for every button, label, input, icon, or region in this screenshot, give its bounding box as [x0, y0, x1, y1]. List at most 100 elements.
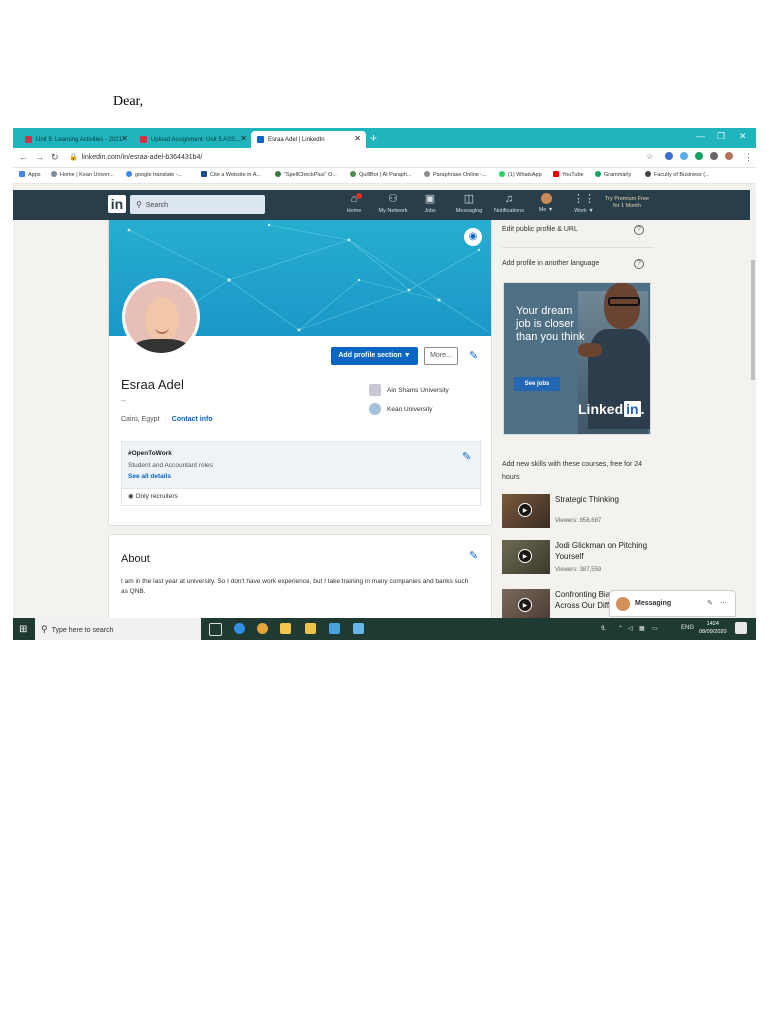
search-input[interactable]: ⚲ Search — [130, 195, 265, 214]
nav-my-network[interactable]: ⚇ My Network — [373, 193, 413, 214]
home-icon: ⌂ — [350, 193, 358, 205]
bookmark-item[interactable]: Faculty of Business (... — [645, 171, 710, 178]
nav-me[interactable]: Me ▼ — [526, 193, 566, 213]
see-jobs-button[interactable]: See jobs — [514, 377, 560, 391]
messaging-bar[interactable]: Messaging ✎ ⋯ — [609, 590, 736, 617]
more-button[interactable]: More... — [424, 347, 458, 365]
linkedin-logo[interactable]: in — [108, 195, 126, 213]
close-tab-icon[interactable]: ✕ — [121, 134, 128, 143]
jobs-icon: ▣ — [424, 193, 436, 205]
bookmark-item[interactable]: QuillBot | AI Paraph... — [350, 171, 411, 178]
network-tray-icon[interactable]: ▦ — [639, 625, 645, 632]
close-tab-icon[interactable]: ✕ — [354, 134, 361, 143]
help-icon[interactable]: ? — [634, 225, 644, 235]
profile-name: Esraa Adel — [121, 377, 184, 392]
bookmark-item[interactable]: Paraphrase Online -... — [424, 171, 487, 178]
camera-icon[interactable]: ◉ — [464, 228, 482, 246]
grammarly-extension-icon[interactable] — [695, 152, 703, 160]
notification-badge — [356, 193, 362, 199]
compose-icon[interactable]: ✎ — [707, 599, 713, 607]
input-language[interactable]: ENG — [681, 625, 694, 631]
university-logo-icon — [369, 403, 381, 415]
profile-photo[interactable] — [122, 278, 200, 356]
nav-notifications[interactable]: ♫ Notifications — [489, 193, 529, 214]
linkedin-ad-logo: Linked in. — [578, 401, 645, 417]
back-icon[interactable]: ← — [19, 152, 28, 162]
nav-messaging[interactable]: ◫ Messaging — [449, 193, 489, 214]
try-premium-link[interactable]: Try Premium Free for 1 Month — [601, 196, 653, 210]
edge-icon[interactable] — [234, 623, 245, 634]
reload-icon[interactable]: ↻ — [51, 152, 59, 163]
play-icon: ▶ — [518, 549, 532, 563]
extension-icon[interactable] — [665, 152, 673, 160]
bookmark-item[interactable]: (1) WhatsApp — [499, 171, 542, 178]
scrollbar[interactable] — [750, 190, 756, 618]
add-profile-section-button[interactable]: Add profile section ▼ — [331, 347, 418, 365]
course-title: Jodi Glickman on Pitching Yourself — [555, 541, 648, 561]
browser-tab[interactable]: Upload Assignment: Unit 5 ASS... ✕ — [134, 131, 252, 148]
messaging-label: Messaging — [635, 600, 672, 607]
browser-menu-icon[interactable]: ⋮ — [744, 152, 753, 163]
store-icon[interactable] — [280, 623, 291, 634]
new-tab-button[interactable]: + — [370, 131, 377, 145]
bookmark-apps[interactable]: Apps — [19, 171, 41, 178]
open-to-work-box: #OpenToWork Student and Accountant roles… — [121, 441, 481, 489]
windows-start-icon[interactable]: ⊞ — [19, 624, 27, 635]
mail-icon[interactable] — [329, 623, 340, 634]
about-title: About — [121, 553, 150, 565]
ad-copy: Your dream job is closer than you think — [516, 305, 585, 343]
minimize-icon[interactable]: — — [696, 131, 705, 141]
bookmark-item[interactable]: google translate -... — [126, 171, 182, 178]
bookmark-item[interactable]: Grammarly — [595, 171, 631, 178]
chrome-icon[interactable] — [257, 623, 268, 634]
file-explorer-icon[interactable] — [305, 623, 316, 634]
forward-icon[interactable]: → — [35, 152, 44, 162]
bookmark-item[interactable]: Cite a Website in A... — [201, 171, 261, 178]
more-options-icon[interactable]: ⋯ — [720, 599, 727, 607]
task-view-icon[interactable] — [209, 623, 222, 636]
edit-intro-pencil-icon[interactable]: ✎ — [469, 349, 478, 362]
edit-about-pencil-icon[interactable]: ✎ — [469, 549, 478, 562]
people-icon[interactable]: ጿ — [601, 625, 606, 632]
bookmark-item[interactable]: Home | Kean Univer... — [51, 171, 114, 178]
course-item[interactable]: ▶ Strategic Thinking Viewers: 858,687 — [502, 494, 662, 534]
close-window-icon[interactable]: ✕ — [739, 131, 747, 142]
see-all-details-link[interactable]: See all details — [128, 473, 171, 480]
bell-icon: ♫ — [504, 193, 514, 205]
course-viewers: Viewers: 387,559 — [555, 567, 602, 573]
profile-avatar-icon[interactable] — [725, 152, 733, 160]
search-placeholder: Search — [145, 202, 169, 209]
url-field[interactable]: 🔒 linkedin.com/in/esraa-adel-b364431b4/ — [69, 153, 202, 161]
education-item[interactable]: Ain Shams University — [369, 384, 449, 396]
contact-info-link[interactable]: Contact info — [172, 416, 213, 423]
add-profile-language-link[interactable]: Add profile in another language — [502, 260, 599, 267]
help-icon[interactable]: ? — [634, 259, 644, 269]
action-center-icon[interactable] — [735, 622, 747, 634]
extensions-puzzle-icon[interactable] — [710, 152, 718, 160]
close-tab-icon[interactable]: ✕ — [240, 134, 247, 143]
taskbar-search-input[interactable]: ⚲ Type here to search — [35, 618, 201, 640]
app-icon[interactable] — [353, 623, 364, 634]
browser-tab[interactable]: Unit 5: Learning Activities - 2021 ✕ — [19, 131, 133, 148]
nav-work[interactable]: ⋮⋮ Work ▼ — [564, 193, 604, 214]
tab-favicon-icon — [25, 136, 32, 143]
clock[interactable]: 1424 08/09/2020 — [699, 620, 727, 636]
volume-icon[interactable]: ◁ — [628, 625, 633, 632]
education-item[interactable]: Kean University — [369, 403, 433, 415]
edit-public-profile-link[interactable]: Edit public profile & URL — [502, 226, 578, 233]
maximize-icon[interactable]: ❐ — [717, 131, 725, 142]
edit-open-to-work-pencil-icon[interactable]: ✎ — [462, 450, 471, 463]
linkedin-ad[interactable]: Your dream job is closer than you think … — [503, 282, 651, 435]
bookmark-star-icon[interactable]: ☆ — [646, 152, 653, 161]
browser-tab-active[interactable]: Esraa Adel | LinkedIn ✕ — [251, 131, 366, 148]
scrollbar-thumb[interactable] — [751, 260, 755, 380]
bookmark-item[interactable]: "SpellCheckPlus" O... — [275, 171, 337, 178]
extension-icon[interactable] — [680, 152, 688, 160]
nav-jobs[interactable]: ▣ Jobs — [410, 193, 450, 214]
tray-chevron-icon[interactable]: ⌃ — [618, 625, 623, 632]
bookmark-item[interactable]: YouTube — [553, 171, 584, 178]
url-text: linkedin.com/in/esraa-adel-b364431b4/ — [81, 154, 203, 161]
keyboard-icon[interactable]: ▭ — [652, 625, 658, 632]
nav-home[interactable]: ⌂ Home — [334, 193, 374, 214]
course-item[interactable]: ▶ Jodi Glickman on Pitching Yourself Vie… — [502, 540, 662, 580]
